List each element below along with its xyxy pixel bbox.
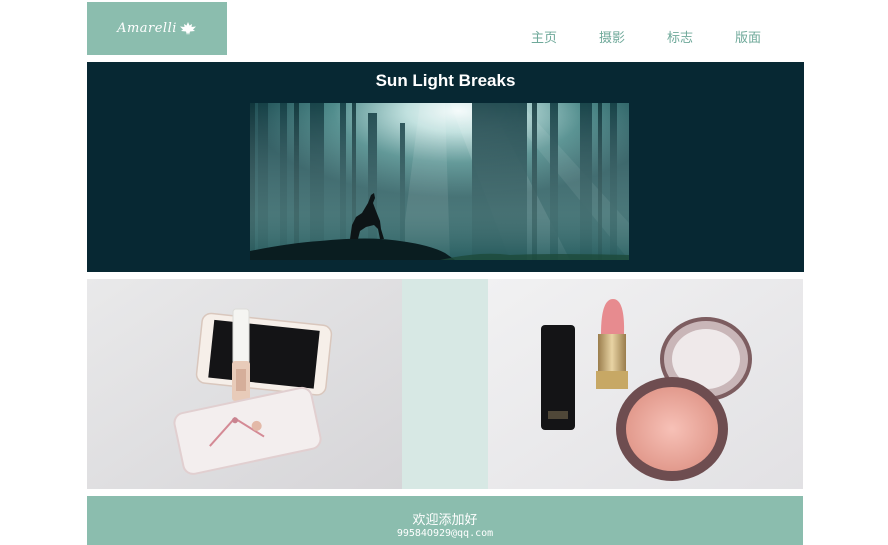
gallery-spacer [402,279,488,489]
main-nav: 主页 摄影 标志 版面 [0,27,888,47]
hero-title: Sun Light Breaks [375,71,516,90]
footer-contact-email[interactable]: 99584O929@qq.com [87,528,803,539]
photo-lipstick-blush[interactable] [488,279,803,489]
hero-banner: Sun Light Breaks [87,62,804,272]
nav-item-layout[interactable]: 版面 [735,27,761,46]
hero-image-forest-wolf [250,103,629,260]
footer-welcome-text: 欢迎添加好 [412,513,478,528]
nav-item-photography[interactable]: 摄影 [599,27,625,46]
nav-item-home[interactable]: 主页 [531,27,557,46]
photo-phone-lipgloss[interactable] [87,279,402,489]
nav-item-logo[interactable]: 标志 [667,27,693,46]
footer: 欢迎添加好 99584O929@qq.com [87,496,803,545]
